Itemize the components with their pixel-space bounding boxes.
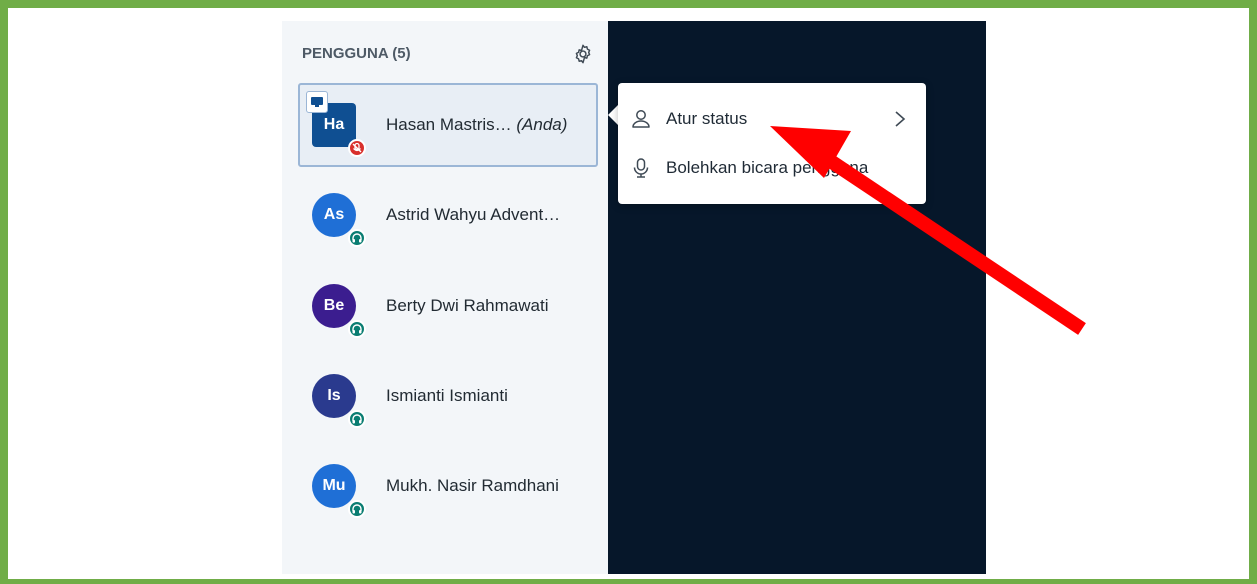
users-panel-header: PENGGUNA (5) (302, 43, 598, 65)
users-panel-title: PENGGUNA (5) (302, 45, 411, 62)
avatar-initials: Is (327, 387, 341, 404)
menu-item-set-status[interactable]: Atur status (618, 98, 926, 140)
menu-item-allow-speak[interactable]: Bolehkan bicara pengguna (618, 147, 926, 189)
user-name-text: Hasan Mastris… (386, 115, 512, 134)
headphones-icon (348, 229, 366, 247)
user-name: Astrid Wahyu Advent… (386, 205, 561, 224)
chevron-right-icon (890, 108, 910, 130)
user-icon (630, 108, 652, 130)
headphones-icon (348, 410, 366, 428)
muted-mic-icon (348, 139, 366, 157)
user-list-item-mukh[interactable]: Mu Mukh. Nasir Ramdhani (298, 444, 600, 528)
user-list-item-astrid[interactable]: As Astrid Wahyu Advent… (298, 173, 600, 257)
microphone-icon (630, 157, 652, 179)
avatar: As (312, 193, 356, 237)
avatar-initials: Be (323, 297, 345, 314)
user-list-item-ismianti[interactable]: Is Ismianti Ismianti (298, 354, 600, 438)
gear-icon[interactable] (572, 43, 594, 65)
headphones-icon (348, 500, 366, 518)
avatar: Mu (312, 464, 356, 508)
user-name: Hasan Mastris… (Anda) (386, 83, 567, 167)
user-name: Ismianti Ismianti (386, 386, 508, 405)
avatar-initials: Ha (323, 116, 345, 133)
avatar-initials: As (323, 206, 345, 223)
user-context-menu: Atur status Bolehkan bicara pengguna (618, 83, 926, 204)
user-name: Berty Dwi Rahmawati (386, 296, 549, 315)
headphones-icon (348, 320, 366, 338)
menu-item-label: Bolehkan bicara pengguna (666, 158, 869, 177)
menu-item-label: Atur status (666, 109, 748, 128)
avatar: Is (312, 374, 356, 418)
you-label: (Anda) (516, 115, 568, 134)
presenter-icon (306, 91, 328, 113)
user-list-item-hasan[interactable]: Ha Hasan Mastris… (Anda) (298, 83, 600, 167)
avatar: Be (312, 284, 356, 328)
avatar-initials: Mu (322, 477, 346, 494)
user-list-item-berty[interactable]: Be Berty Dwi Rahmawati (298, 264, 600, 348)
users-panel: PENGGUNA (5) Ha Hasan Mastris… (Anda) As… (282, 21, 608, 574)
user-name: Mukh. Nasir Ramdhani (386, 476, 559, 495)
